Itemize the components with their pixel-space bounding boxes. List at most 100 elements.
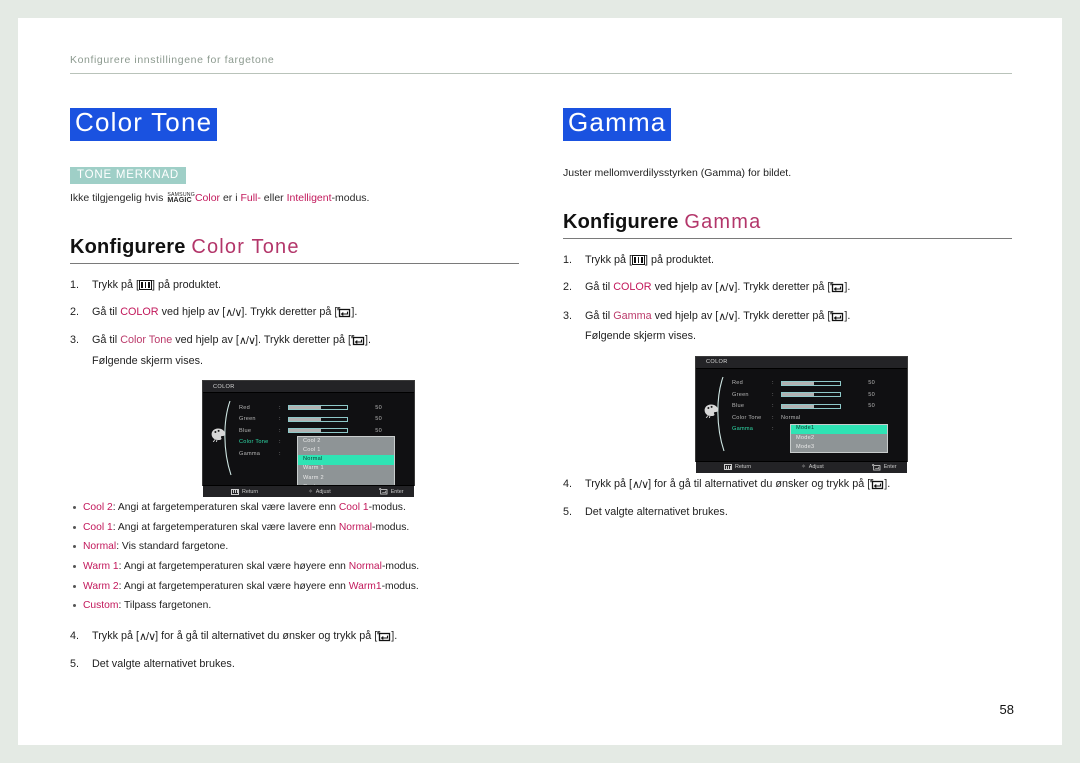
osd-row-label: Red — [239, 404, 251, 411]
osd-row-blue: Blue : 50 — [732, 401, 943, 413]
menu-key-icon — [632, 255, 645, 266]
osd-colon: : — [772, 380, 774, 387]
osd-row-label: Green — [732, 391, 749, 398]
page-content: Konfigurere innstillingene for fargetone… — [70, 54, 1012, 684]
up-down-key-icon: ∧/∨ — [718, 310, 735, 323]
osd-screenshot-color-tone: COLOR Red: 50 Green: 50 Blue: 50 Colo… — [202, 380, 415, 498]
osd-option[interactable]: Mode2 — [791, 434, 887, 443]
option-term: Warm 2 — [83, 580, 119, 592]
up-down-key-icon: ∧/∨ — [632, 478, 649, 491]
step-text-mid2: ] for å gå til alternativet du ønsker og… — [155, 629, 378, 642]
step-highlight: Gamma — [613, 309, 652, 322]
step-subtext: Følgende skjerm vises. — [92, 354, 204, 367]
osd-colon: : — [279, 427, 281, 434]
step-text-mid2: ]. Trykk deretter på [ — [255, 334, 352, 347]
osd-option[interactable]: Warm 1 — [298, 465, 394, 474]
step-item: 5. Det valgte alternativet brukes. — [70, 656, 519, 672]
step-text-post: ]. — [844, 309, 851, 322]
menu-key-icon — [231, 488, 239, 495]
step-text-pre: Trykk på [ — [585, 254, 632, 267]
osd-option-selected[interactable]: Normal — [298, 455, 394, 465]
step-text-post: ] på produktet. — [645, 254, 715, 267]
note-option-intelligent: Intelligent — [286, 191, 332, 204]
option-text: : Tilpass fargetonen. — [118, 600, 212, 612]
step-item: 1. Trykk på [] på produktet. — [70, 277, 519, 293]
osd-option-selected[interactable]: Mode1 — [791, 424, 887, 434]
list-item: Cool 2: Angi at fargetemperaturen skal v… — [70, 500, 519, 516]
gamma-intro-text: Juster mellomverdilysstyrken (Gamma) for… — [563, 166, 792, 179]
color-tone-options-list: Cool 2: Angi at fargetemperaturen skal v… — [70, 500, 519, 614]
step-number: 3. — [70, 334, 80, 347]
section-heading-bold: Konfigurere — [70, 235, 186, 258]
step-text-post: ]. — [884, 477, 891, 490]
osd-option[interactable]: Cool 1 — [298, 446, 394, 455]
page-title-color-tone: Color Tone — [70, 108, 218, 141]
osd-colon: : — [772, 426, 774, 433]
step-item: 5. Det valgte alternativet brukes. — [563, 504, 1012, 520]
step-item: 4. Trykk på [∧/∨] for å gå til alternativ… — [70, 628, 519, 646]
up-down-key-icon: ∧/∨ — [718, 282, 735, 295]
step-item: 2. Gå til COLOR ved hjelp av [∧/∨]. Trykk… — [563, 279, 1012, 297]
step-text-pre: Gå til — [585, 309, 614, 322]
step-text-post: ]. — [391, 629, 398, 642]
osd-row-red: Red : 50 — [239, 402, 450, 414]
option-text: : Angi at fargetemperaturen skal være la… — [112, 502, 339, 514]
osd-row-green: Green : 50 — [239, 414, 450, 426]
osd-option[interactable]: Mode3 — [791, 443, 887, 452]
osd-colon: : — [772, 391, 774, 398]
palette-icon — [211, 428, 225, 443]
adjust-icon: ✧ — [308, 488, 313, 495]
enter-key-icon — [830, 282, 844, 293]
right-column: Gamma Juster mellomverdilysstyrken (Gamm… — [563, 108, 1012, 684]
osd-dropdown-gamma[interactable]: Mode1 Mode2 Mode3 — [790, 423, 888, 454]
step-highlight: COLOR — [613, 281, 652, 294]
step-subtext: Følgende skjerm vises. — [585, 330, 697, 343]
osd-row-value: 50 — [868, 380, 875, 387]
running-header: Konfigurere innstillingene for fargetone — [70, 54, 275, 66]
option-text: : Angi at fargetemperaturen skal være la… — [112, 521, 339, 533]
manual-page: Konfigurere innstillingene for fargetone… — [18, 18, 1062, 745]
osd-slider — [288, 428, 348, 434]
osd-footer-enter: Enter — [872, 463, 897, 471]
osd-footer-return: Return — [724, 464, 751, 471]
osd-footer-label: Enter — [390, 488, 404, 495]
option-text-tail: -modus. — [372, 521, 410, 533]
steps-list-color-tone: 1. Trykk på [] på produktet. 2. Gå til COL… — [70, 277, 519, 369]
option-term-ref: Normal — [348, 561, 382, 573]
step-text-pre: Gå til — [92, 305, 121, 318]
enter-key-icon — [351, 335, 365, 346]
option-term-ref: Normal — [338, 521, 373, 533]
menu-key-icon — [139, 279, 152, 290]
list-item: Custom: Tilpass fargetonen. — [70, 598, 519, 614]
step-number: 3. — [563, 309, 573, 322]
step-number: 4. — [70, 629, 80, 642]
list-item: Cool 1: Angi at fargetemperaturen skal v… — [70, 520, 519, 536]
option-text-tail: -modus. — [368, 502, 406, 514]
osd-screenshot-gamma: COLOR Red: 50 Green: 50 Blue: 50 Colo… — [695, 355, 908, 473]
osd-title: COLOR — [203, 381, 414, 394]
option-term: Cool 1 — [83, 521, 113, 533]
steps-tail-gamma: 4. Trykk på [∧/∨] for å gå til alternativ… — [563, 476, 1012, 521]
left-column: Color Tone TONE MERKNAD Ikke tilgjengeli… — [70, 108, 519, 684]
step-text-mid: ved hjelp av [ — [651, 309, 719, 322]
osd-row-value: 50 — [375, 404, 382, 411]
step-text-mid: ved hjelp av [ — [158, 305, 226, 318]
note-badge: TONE MERKNAD — [70, 166, 187, 184]
osd-option[interactable]: Warm 2 — [298, 474, 394, 483]
osd-row-blue: Blue : 50 — [239, 425, 450, 437]
osd-option[interactable]: Cool 2 — [298, 437, 394, 446]
osd-footer-return: Return — [231, 488, 258, 495]
step-text-pre: Det valgte alternativet brukes. — [92, 658, 235, 671]
option-term-ref: Warm1 — [348, 580, 382, 592]
osd-row-label: Red — [732, 380, 744, 387]
step-number: 2. — [70, 305, 80, 318]
section-heading-thin: Gamma — [684, 211, 762, 234]
osd-row-value: 50 — [868, 391, 875, 398]
step-text-post: ] på produktet. — [152, 278, 222, 291]
menu-key-icon — [724, 464, 732, 471]
osd-row-value: 50 — [375, 416, 382, 423]
section-heading-gamma: Konfigurere Gamma — [563, 211, 1012, 234]
osd-footer: Return ✧ Adjust Enter — [203, 485, 414, 498]
step-text-mid: ved hjelp av [ — [172, 334, 239, 347]
section-divider — [563, 238, 1012, 240]
